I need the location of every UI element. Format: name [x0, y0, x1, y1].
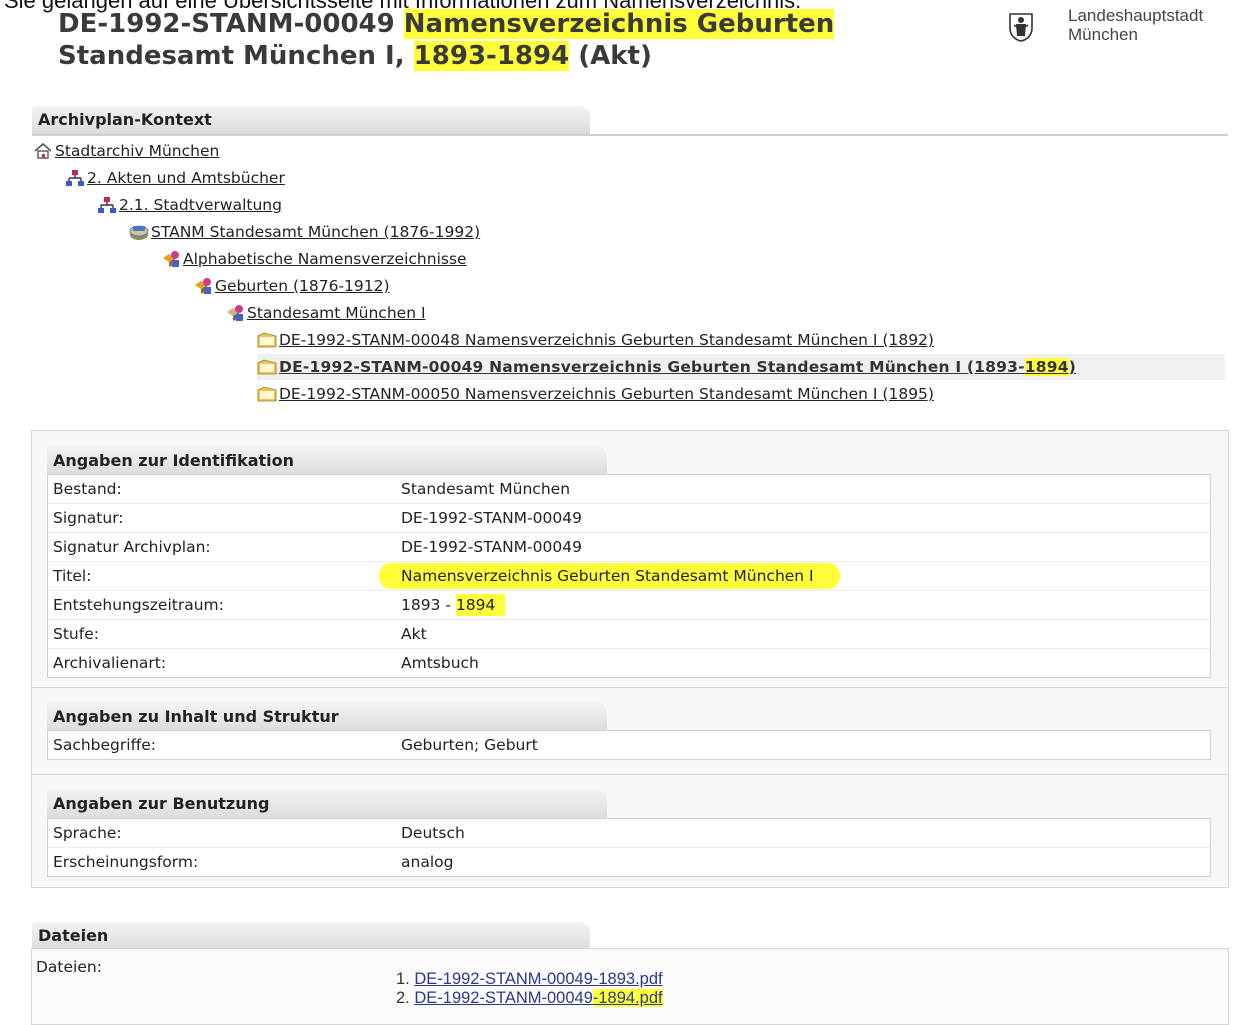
muenchner-kindl-emblem-icon: [1009, 13, 1033, 42]
tree-link-highlight: 1894: [1024, 358, 1069, 376]
folder-icon: [257, 386, 277, 402]
content-table: Sachbegriffe: Geburten; Geburt: [47, 730, 1211, 760]
table-row: Signatur: DE-1992-STANM-00049: [48, 504, 1210, 533]
tree-link[interactable]: Standesamt München I: [247, 304, 426, 322]
table-row: Signatur Archivplan: DE-1992-STANM-00049: [48, 533, 1210, 562]
field-label: Signatur:: [53, 509, 124, 527]
table-row: Erscheinungsform: analog: [48, 848, 1210, 876]
file-link-part: DE-1992-STANM-00049: [414, 989, 593, 1007]
usage-section-header: Angaben zur Benutzung: [47, 790, 607, 818]
tree-link[interactable]: 2.1. Stadtverwaltung: [119, 196, 282, 214]
tree-item-00049-current[interactable]: DE-1992-STANM-00049 Namensverzeichnis Ge…: [257, 354, 1225, 380]
list-item: 2. DE-1992-STANM-00049-1894.pdf: [396, 989, 663, 1008]
tree-item-00050[interactable]: DE-1992-STANM-00050 Namensverzeichnis Ge…: [257, 381, 934, 407]
field-value: 1893 - 1894: [401, 594, 506, 616]
file-number: 2.: [396, 989, 410, 1007]
file-link-1893[interactable]: DE-1992-STANM-00049-1893.pdf: [414, 970, 662, 988]
tree-link[interactable]: Geburten (1876-1912): [215, 277, 390, 295]
page-title: DE-1992-STANM-00049 Namensverzeichnis Ge…: [58, 8, 988, 72]
file-link-1894[interactable]: DE-1992-STANM-00049-1894.pdf: [414, 989, 663, 1007]
context-section-header: Archivplan-Kontext: [32, 106, 590, 134]
tree-item-standesamt-1[interactable]: Standesamt München I: [225, 300, 426, 326]
archive-context-tree: Stadtarchiv München 2. Akten und Amtsbüc…: [33, 136, 1225, 404]
tree-link[interactable]: Stadtarchiv München: [55, 142, 219, 160]
content-section-header: Angaben zu Inhalt und Struktur: [47, 703, 607, 731]
section-divider: [32, 687, 1228, 688]
field-label: Bestand:: [53, 480, 122, 498]
section-divider: [32, 774, 1228, 775]
field-label: Sprache:: [53, 824, 122, 842]
field-label: Stufe:: [53, 625, 99, 643]
tree-link[interactable]: 2. Akten und Amtsbücher: [87, 169, 285, 187]
title-highlight-name: Namensverzeichnis Geburten: [403, 9, 835, 39]
file-list: 1. DE-1992-STANM-00049-1893.pdf 2. DE-19…: [396, 970, 663, 1008]
logo-line-2: München: [1068, 25, 1138, 44]
series-icon: [195, 278, 211, 294]
tree-item-namensverzeichnisse[interactable]: Alphabetische Namensverzeichnisse: [161, 246, 467, 272]
hierarchy-icon: [98, 197, 116, 213]
field-label: Titel:: [53, 567, 92, 585]
field-value-title-highlighted: Namensverzeichnis Geburten Standesamt Mü…: [379, 563, 840, 589]
title-level: (Akt): [569, 41, 652, 71]
field-label: Archivalienart:: [53, 654, 167, 672]
series-icon: [227, 305, 243, 321]
table-row: Entstehungszeitraum: 1893 - 1894: [48, 591, 1210, 620]
field-value: Akt: [401, 625, 427, 643]
title-office: Standesamt München I,: [58, 41, 414, 71]
field-label: Signatur Archivplan:: [53, 538, 211, 556]
list-item: 1. DE-1992-STANM-00049-1893.pdf: [396, 970, 663, 989]
folder-icon: [257, 359, 277, 375]
field-label: Erscheinungsform:: [53, 853, 199, 871]
identification-table: Bestand: Standesamt München Signatur: DE…: [47, 474, 1211, 678]
field-value: Amtsbuch: [401, 654, 479, 672]
tree-link[interactable]: DE-1992-STANM-00048 Namensverzeichnis Ge…: [279, 331, 934, 349]
tree-item-stadtverwaltung[interactable]: 2.1. Stadtverwaltung: [97, 192, 282, 218]
table-row: Sprache: Deutsch: [48, 819, 1210, 848]
field-value: DE-1992-STANM-00049: [401, 509, 582, 527]
tree-link[interactable]: DE-1992-STANM-00050 Namensverzeichnis Ge…: [279, 385, 934, 403]
field-value: DE-1992-STANM-00049: [401, 538, 582, 556]
date-start: 1893 -: [401, 596, 456, 614]
folder-icon: [257, 332, 277, 348]
tree-item-00048[interactable]: DE-1992-STANM-00048 Namensverzeichnis Ge…: [257, 327, 934, 353]
identification-section-header: Angaben zur Identifikation: [47, 447, 607, 475]
title-highlight-years: 1893-1894: [413, 41, 570, 71]
tree-link[interactable]: Alphabetische Namensverzeichnisse: [183, 250, 467, 268]
date-end-highlight: 1894: [455, 594, 506, 616]
file-number: 1.: [396, 970, 410, 988]
tree-item-akten[interactable]: 2. Akten und Amtsbücher: [65, 165, 285, 191]
field-value: Deutsch: [401, 824, 465, 842]
title-signature: DE-1992-STANM-00049: [58, 9, 404, 39]
field-value: Geburten; Geburt: [401, 736, 538, 754]
usage-table: Sprache: Deutsch Erscheinungsform: analo…: [47, 818, 1211, 877]
field-label: Sachbegriffe:: [53, 736, 157, 754]
tree-item-stanm[interactable]: STANM Standesamt München (1876-1992): [129, 219, 480, 245]
field-value: analog: [401, 853, 454, 871]
field-value: Standesamt München: [401, 480, 571, 498]
tree-item-stadtarchiv[interactable]: Stadtarchiv München: [33, 138, 219, 164]
holding-icon: [129, 225, 149, 240]
home-icon: [34, 142, 52, 159]
table-row: Titel: Namensverzeichnis Geburten Stande…: [48, 562, 1210, 591]
tree-link-part: ): [1068, 358, 1077, 376]
city-logo-text[interactable]: Landeshauptstadt München: [1068, 6, 1203, 44]
files-section-header: Dateien: [32, 922, 590, 950]
logo-line-1: Landeshauptstadt: [1068, 6, 1204, 25]
hierarchy-icon: [66, 170, 84, 186]
tree-link-current[interactable]: DE-1992-STANM-00049 Namensverzeichnis Ge…: [279, 358, 1076, 376]
files-label: Dateien:: [36, 958, 102, 976]
table-row: Stufe: Akt: [48, 620, 1210, 649]
series-icon: [163, 251, 179, 267]
field-label: Entstehungszeitraum:: [53, 596, 224, 614]
table-row: Archivalienart: Amtsbuch: [48, 649, 1210, 677]
tree-link[interactable]: STANM Standesamt München (1876-1992): [151, 223, 480, 241]
tree-item-geburten[interactable]: Geburten (1876-1912): [193, 273, 390, 299]
tree-link-part: DE-1992-STANM-00049 Namensverzeichnis Ge…: [279, 358, 1025, 376]
table-row: Sachbegriffe: Geburten; Geburt: [48, 731, 1210, 759]
table-row: Bestand: Standesamt München: [48, 475, 1210, 504]
file-link-highlight: -1894.pdf: [592, 989, 663, 1007]
